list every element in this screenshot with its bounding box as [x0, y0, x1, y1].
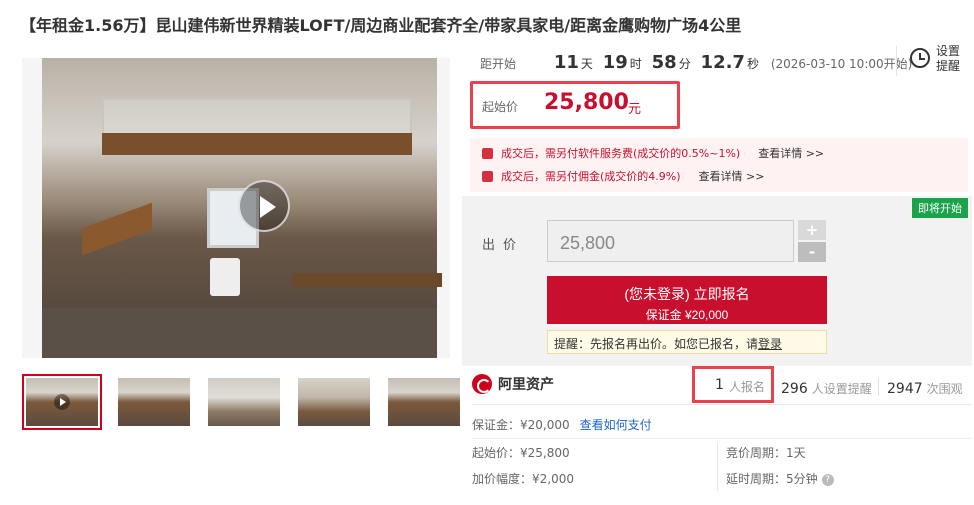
signup-main-label: (您未登录) 立即报名 [624, 286, 750, 302]
signup-button[interactable]: (您未登录) 立即报名 保证金 ¥20,000 [547, 276, 827, 324]
thumbnail-image [298, 378, 370, 426]
signup-count: 1 人报名 [692, 366, 774, 403]
bag-icon [482, 170, 493, 182]
start-price-label: 起始价 [482, 100, 519, 114]
bid-panel: 即将开始 出价 25,800 + - (您未登录) 立即报名 保证金 ¥20,0… [462, 196, 972, 366]
divider [717, 442, 718, 492]
start-price-value: 25,800 [544, 90, 629, 115]
thumbnail-strip [22, 374, 462, 432]
thumbnail-image [388, 378, 460, 426]
desk [292, 273, 442, 287]
thumbnail-image [118, 378, 190, 426]
countdown-seconds: 12.7 [700, 52, 745, 73]
minutes-unit: 分 [678, 57, 691, 71]
reminder-count: 296 人设置提醒 [781, 378, 872, 397]
remind-button[interactable]: 设置提醒 [902, 42, 968, 82]
fee-detail-link[interactable]: 查看详情 >> [758, 145, 824, 161]
play-icon[interactable] [238, 180, 290, 232]
bid-label: 出价 [482, 238, 525, 253]
divider [472, 404, 972, 405]
increment-info: 加价幅度：¥2,000 [472, 472, 574, 486]
start-time: (2026-03-10 10:00开始) [770, 57, 913, 71]
countdown-days: 11 [553, 52, 579, 73]
status-badge: 即将开始 [912, 198, 968, 218]
divider [472, 438, 972, 439]
delay-period-text: 延时周期：5分钟 [726, 472, 818, 486]
platform-name: 阿里资产 [498, 377, 554, 393]
thumbnail-5[interactable] [384, 374, 464, 430]
reminder-count-value: 296 [781, 381, 808, 397]
reminder-count-label: 人设置提醒 [811, 382, 872, 396]
fee-row-service: 成交后，需另付软件服务费(成交价的0.5%~1%) 查看详情 >> [482, 144, 824, 162]
bid-period-info: 竞价周期：1天 [726, 446, 806, 460]
floor [42, 308, 437, 358]
viewer-count-value: 2947 [887, 381, 923, 397]
glass-railing [102, 98, 412, 134]
how-to-pay-link[interactable]: 查看如何支付 [580, 418, 652, 432]
remind-label: 设置提醒 [936, 44, 961, 73]
deposit-info: 保证金：¥20,000 查看如何支付 [472, 416, 652, 433]
thumbnail-image [208, 378, 280, 426]
bag-icon [482, 147, 493, 159]
thumbnail-1[interactable] [22, 374, 102, 430]
washing-machine [210, 258, 240, 296]
start-price-info: 起始价：¥25,800 [472, 446, 570, 460]
viewer-count: 2947 次围观 [887, 378, 963, 397]
fee-row-commission: 成交后，需另付佣金(成交价的4.9%) 查看详情 >> [482, 167, 764, 185]
countdown: 距开始 11 天 19 时 58 分 12.7 秒 (2026-03-10 10:00开… [480, 52, 912, 73]
ali-asset-logo-icon [472, 374, 492, 394]
thumbnail-4[interactable] [294, 374, 374, 430]
bid-amount-input[interactable]: 25,800 [547, 220, 794, 262]
decrease-button[interactable]: - [798, 242, 826, 262]
loft-photo [42, 58, 442, 358]
divider [896, 46, 897, 76]
fee-detail-link[interactable]: 查看详情 >> [699, 168, 765, 184]
main-photo[interactable] [22, 58, 450, 358]
tip-text: 提醒：先报名再出价。如您已报名，请 [554, 337, 759, 351]
fee-notice: 成交后，需另付软件服务费(成交价的0.5%~1%) 查看详情 >> 成交后，需另… [470, 138, 968, 192]
divider [878, 378, 879, 396]
alarm-clock-icon [910, 48, 930, 68]
deposit-text: 保证金：¥20,000 [472, 418, 570, 432]
countdown-minutes: 58 [651, 52, 677, 73]
fee-text: 成交后，需另付软件服务费(成交价的0.5%~1%) [501, 147, 741, 160]
countdown-hours: 19 [602, 52, 628, 73]
countdown-label: 距开始 [480, 57, 517, 71]
hours-unit: 时 [629, 57, 642, 71]
delay-period-info: 延时周期：5分钟? [726, 470, 834, 487]
login-link[interactable]: 登录 [758, 337, 782, 351]
play-icon [54, 394, 70, 410]
thumbnail-2[interactable] [114, 374, 194, 430]
seconds-unit: 秒 [746, 57, 759, 71]
platform-logo: 阿里资产 [472, 374, 554, 394]
signup-count-value: 1 [715, 377, 724, 393]
signup-count-label: 人报名 [729, 380, 766, 394]
days-unit: 天 [580, 57, 593, 71]
signup-deposit-label: 保证金 ¥20,000 [645, 308, 729, 322]
start-price-unit: 元 [628, 102, 642, 117]
increase-button[interactable]: + [798, 220, 826, 240]
thumbnail-3[interactable] [204, 374, 284, 430]
help-icon[interactable]: ? [821, 473, 834, 486]
fee-text: 成交后，需另付佣金(成交价的4.9%) [501, 170, 681, 183]
start-price-box: 起始价 25,800 元 [470, 81, 680, 129]
page-title: 【年租金1.56万】昆山建伟新世界精装LOFT/周边商业配套齐全/带家具家电/距… [20, 16, 742, 35]
viewer-count-label: 次围观 [926, 382, 963, 396]
bid-stepper: + - [798, 220, 826, 262]
login-tip: 提醒：先报名再出价。如您已报名，请登录 [547, 330, 827, 354]
